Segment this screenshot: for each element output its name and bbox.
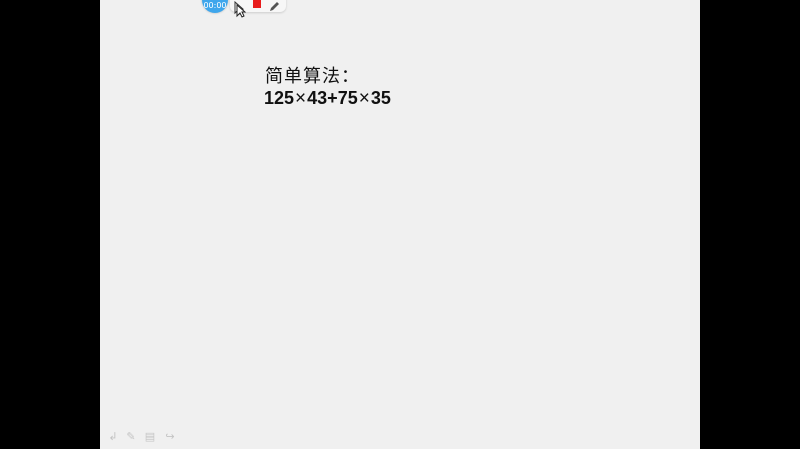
whiteboard-canvas: [100, 0, 700, 449]
redo-icon[interactable]: ↪: [163, 430, 177, 444]
undo-icon[interactable]: ↲: [106, 430, 120, 444]
operand-35: 35: [370, 88, 391, 108]
stop-icon[interactable]: [253, 0, 261, 8]
slides-icon[interactable]: ▤: [143, 430, 157, 444]
mouse-cursor-icon: [236, 3, 247, 18]
pen-icon[interactable]: ✎: [124, 430, 138, 444]
multiply-sign: ×: [295, 88, 307, 109]
math-expression: 125×43+75×35: [264, 88, 391, 110]
operand-43-plus-75: 43+75: [307, 88, 358, 108]
operand-125: 125: [264, 88, 295, 108]
multiply-sign: ×: [358, 88, 370, 109]
pen-icon[interactable]: [268, 0, 280, 11]
problem-heading: 简单算法：: [265, 66, 360, 87]
